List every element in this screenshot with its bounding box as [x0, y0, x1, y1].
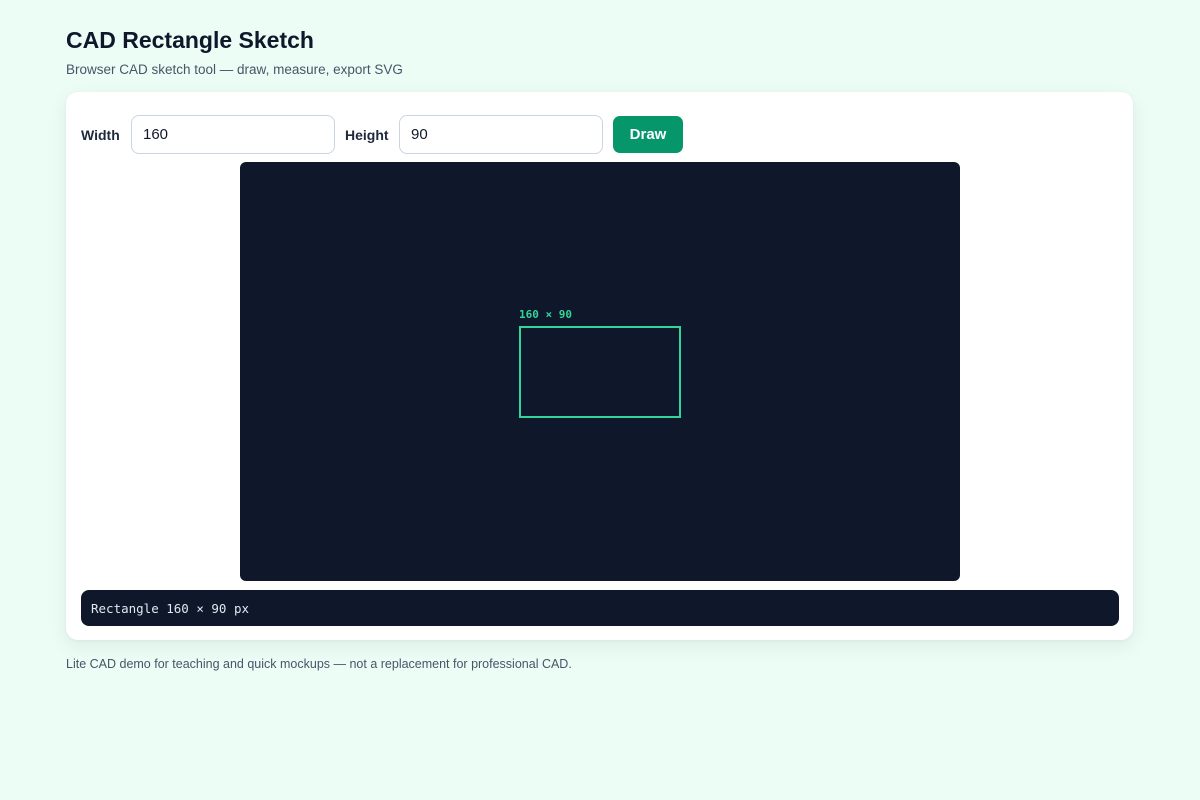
page-subtitle: Browser CAD sketch tool — draw, measure,…: [66, 62, 403, 77]
height-input[interactable]: [399, 115, 603, 154]
status-bar: Rectangle 160 × 90 px: [81, 590, 1119, 626]
status-text: Rectangle 160 × 90 px: [91, 600, 250, 616]
page-title: CAD Rectangle Sketch: [66, 27, 314, 53]
sketch-canvas[interactable]: 160 × 90: [240, 162, 960, 581]
draw-button[interactable]: Draw: [613, 116, 683, 153]
height-label: Height: [345, 127, 389, 143]
footer-note: Lite CAD demo for teaching and quick moc…: [66, 657, 572, 671]
dimension-label: 160 × 90: [519, 308, 572, 321]
width-label: Width: [81, 127, 120, 143]
width-input[interactable]: [131, 115, 335, 154]
sketch-card: Width Height Draw 160 × 90 Rectangle 160…: [66, 92, 1133, 640]
rectangle-shape[interactable]: [519, 326, 681, 418]
